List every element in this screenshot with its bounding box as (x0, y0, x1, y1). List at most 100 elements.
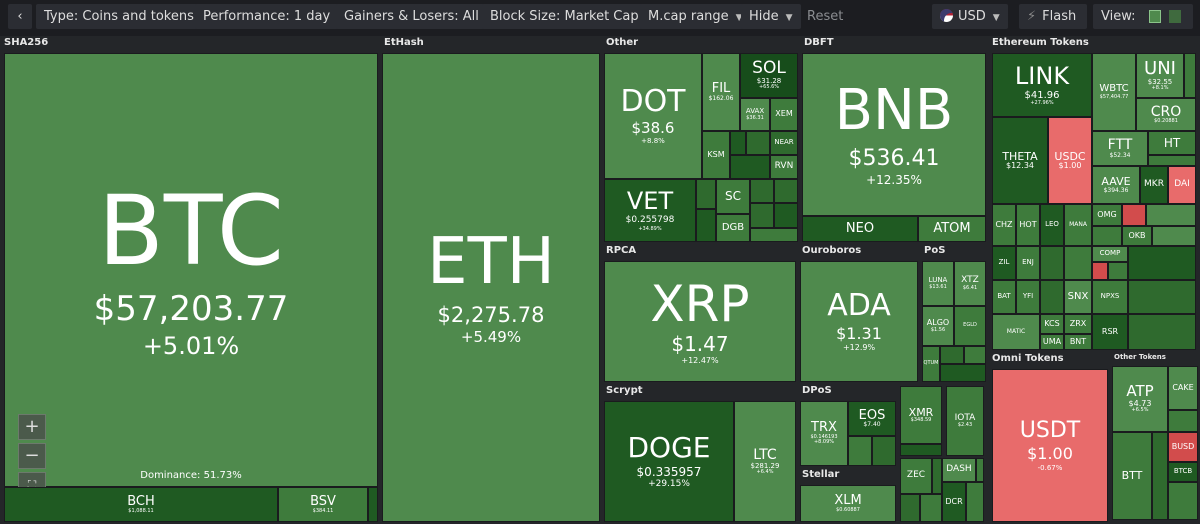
tile-small[interactable] (1108, 262, 1128, 280)
tile-leo[interactable]: LEO (1040, 204, 1064, 246)
tile-small[interactable] (774, 203, 798, 228)
tile-mana[interactable]: MANA (1064, 204, 1092, 246)
tile-iota[interactable]: IOTA $2.43 (946, 386, 984, 456)
tile-okb[interactable]: OKB (1122, 226, 1152, 246)
tile-dgb[interactable]: DGB (716, 214, 750, 242)
tile-near[interactable]: NEAR (770, 131, 798, 155)
mcap-range-dropdown[interactable]: M.cap range ▼ (640, 4, 751, 29)
tile-eos[interactable]: EOS $7.40 (848, 401, 896, 436)
performance-dropdown[interactable]: Performance: 1 day▼ (195, 4, 353, 29)
tile-bsv[interactable]: BSV $384.11 (278, 487, 368, 522)
tile-atp[interactable]: ATP $4.73 +6.5% (1112, 366, 1168, 432)
tile-btc[interactable]: BTC $57,203.77 +5.01% Dominance: 51.73% (4, 53, 378, 487)
tile-ltc[interactable]: LTC $281.29 +6.4% (734, 401, 796, 522)
tile-small[interactable] (900, 444, 942, 456)
tile-btt[interactable]: BTT (1112, 432, 1152, 520)
tile-small[interactable] (1146, 204, 1196, 226)
tile-ada[interactable]: ADA $1.31 +12.9% (800, 261, 918, 382)
type-dropdown[interactable]: Type: Coins and tokens▼ (36, 4, 216, 29)
tile-omg[interactable]: OMG (1092, 204, 1122, 226)
tile-matic[interactable]: MATIC (992, 314, 1040, 350)
tile-npxs[interactable]: NPXS (1092, 280, 1128, 314)
tile-small[interactable] (1128, 280, 1196, 314)
tile-avax[interactable]: AVAX $36.31 (740, 98, 770, 131)
tile-small[interactable] (1064, 246, 1092, 280)
tile-vet[interactable]: VET $0.255798 +34.89% (604, 179, 696, 242)
tile-small[interactable] (1168, 482, 1198, 520)
gainers-losers-dropdown[interactable]: Gainers & Losers: All▼ (336, 4, 501, 29)
tile-bat[interactable]: BAT (992, 280, 1016, 314)
tile-small[interactable] (976, 458, 984, 482)
tile-small[interactable] (1148, 155, 1196, 166)
tile-small[interactable] (1092, 262, 1108, 280)
tile-small[interactable] (750, 203, 774, 228)
tile-egld[interactable]: EGLD (954, 306, 986, 346)
tile-uni[interactable]: UNI $32.55 +8.1% (1136, 53, 1184, 98)
tile-small[interactable] (1128, 246, 1196, 280)
tile-ht[interactable]: HT (1148, 131, 1196, 155)
tile-small[interactable] (750, 179, 774, 203)
chevron-left-icon[interactable]: ‹ (8, 4, 32, 29)
tile-neo[interactable]: NEO (802, 216, 918, 242)
tile-xmr[interactable]: XMR $348.59 (900, 386, 942, 444)
tile-ftt[interactable]: FTT $52.34 (1092, 131, 1148, 166)
tile-small[interactable] (1168, 410, 1198, 432)
tile-small[interactable] (932, 458, 942, 494)
tile-small[interactable] (696, 179, 716, 209)
tile-xlm[interactable]: XLM $0.60887 (800, 485, 896, 522)
tile-small[interactable] (940, 364, 986, 382)
tile-chz[interactable]: CHZ (992, 204, 1016, 246)
tile-small[interactable] (1128, 314, 1196, 350)
tile-kcs[interactable]: KCS (1040, 314, 1064, 334)
tile-trx[interactable]: TRX $0.146193 +8.09% (800, 401, 848, 466)
tile-dcr[interactable]: DCR (942, 482, 966, 522)
tile-algo[interactable]: ALGO $1.56 (922, 306, 954, 346)
tile-hot[interactable]: HOT (1016, 204, 1040, 246)
tile-fil[interactable]: FIL $162.06 (702, 53, 740, 131)
tile-btcb[interactable]: BTCB (1168, 462, 1198, 482)
tile-small[interactable] (774, 179, 798, 203)
tile-small[interactable] (966, 482, 984, 522)
tile-small[interactable] (1152, 226, 1196, 246)
tile-small[interactable] (1040, 280, 1064, 314)
tile-small[interactable] (368, 487, 378, 522)
tile-small[interactable] (964, 346, 986, 364)
tile-rvn[interactable]: RVN (770, 155, 798, 179)
tile-uma[interactable]: UMA (1040, 334, 1064, 350)
tile-comp[interactable]: COMP (1092, 246, 1128, 262)
tile-snx[interactable]: SNX (1064, 280, 1092, 314)
tile-bnt[interactable]: BNT (1064, 334, 1092, 350)
tile-dot[interactable]: DOT $38.6 +8.8% (604, 53, 702, 179)
tile-dash[interactable]: DASH (942, 458, 976, 482)
zoom-out-button[interactable]: − (18, 443, 46, 469)
tile-small[interactable] (900, 494, 920, 522)
hide-dropdown[interactable]: Hide ▼ (741, 4, 801, 29)
tile-zec[interactable]: ZEC (900, 458, 932, 494)
tile-eth[interactable]: ETH $2,275.78 +5.49% (382, 53, 600, 522)
currency-dropdown[interactable]: USD ▼ (932, 4, 1008, 29)
tile-zil[interactable]: ZIL (992, 246, 1016, 280)
tile-xrp[interactable]: XRP $1.47 +12.47% (604, 261, 796, 382)
tile-enj[interactable]: ENJ (1016, 246, 1040, 280)
bubble-view-icon[interactable] (1169, 10, 1181, 23)
tile-small[interactable] (696, 209, 716, 242)
flash-button[interactable]: ⚡ Flash (1019, 4, 1087, 29)
tile-sc[interactable]: SC (716, 179, 750, 214)
tile-small[interactable] (1184, 53, 1196, 98)
tile-small[interactable] (1040, 246, 1064, 280)
tile-link[interactable]: LINK $41.96 +27.96% (992, 53, 1092, 117)
tile-busd[interactable]: BUSD (1168, 432, 1198, 462)
tile-qtum[interactable]: QTUM (922, 346, 940, 382)
tile-small[interactable] (730, 155, 770, 179)
tile-small[interactable] (1122, 204, 1146, 226)
tile-small[interactable] (730, 131, 746, 155)
tile-theta[interactable]: THETA $12.34 (992, 117, 1048, 204)
tile-cro[interactable]: CRO $0.20881 (1136, 98, 1196, 131)
block-size-dropdown[interactable]: Block Size: Market Cap▼ (482, 4, 661, 29)
tile-small[interactable] (848, 436, 872, 466)
tile-zrx[interactable]: ZRX (1064, 314, 1092, 334)
tile-usdc[interactable]: USDC $1.00 (1048, 117, 1092, 204)
tile-small[interactable] (750, 228, 798, 242)
tile-dai[interactable]: DAI (1168, 166, 1196, 204)
reset-button[interactable]: Reset (799, 4, 851, 29)
